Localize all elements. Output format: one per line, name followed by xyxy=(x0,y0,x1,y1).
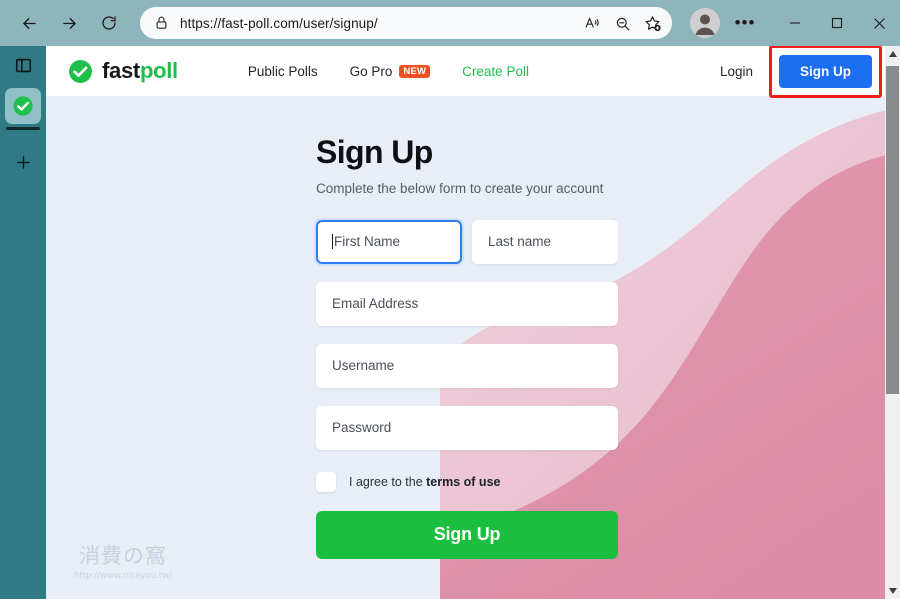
main-navigation: Public Polls Go Pro NEW Create Poll xyxy=(248,64,529,79)
scroll-up-arrow-icon[interactable] xyxy=(885,46,900,62)
lock-icon xyxy=(154,15,170,31)
address-bar[interactable]: https://fast-poll.com/user/signup/ xyxy=(140,7,672,39)
nav-label: Create Poll xyxy=(462,63,529,79)
browser-toolbar: https://fast-poll.com/user/signup/ ••• xyxy=(0,0,900,46)
page-viewport: fastpoll Public Polls Go Pro NEW Create … xyxy=(46,46,900,599)
plus-new-tab-icon[interactable] xyxy=(0,144,46,182)
new-badge: NEW xyxy=(399,64,431,78)
vertical-tab-strip xyxy=(0,46,46,599)
profile-avatar-icon[interactable] xyxy=(690,8,720,38)
back-button[interactable] xyxy=(12,6,46,40)
forward-button[interactable] xyxy=(52,6,86,40)
terms-prefix: I agree to the xyxy=(349,474,427,489)
nav-item-create-poll[interactable]: Create Poll xyxy=(462,64,529,79)
header-signup-button[interactable]: Sign Up xyxy=(779,54,872,88)
scrollbar-thumb[interactable] xyxy=(886,66,899,394)
password-input[interactable]: Password xyxy=(316,405,618,450)
name-fields-row: First Name Last name xyxy=(316,219,618,264)
text-caret xyxy=(332,234,333,250)
scrollbar-track[interactable] xyxy=(885,62,900,583)
signup-form: Sign Up Complete the below form to creat… xyxy=(316,96,618,559)
nav-item-public-polls[interactable]: Public Polls xyxy=(248,64,318,79)
terms-checkbox[interactable] xyxy=(316,471,336,492)
url-text: https://fast-poll.com/user/signup/ xyxy=(180,15,378,31)
page-subtitle: Complete the below form to create your a… xyxy=(316,180,604,196)
page-title: Sign Up xyxy=(316,134,433,170)
site-logo[interactable]: fastpoll xyxy=(68,58,178,84)
minimize-button[interactable] xyxy=(774,3,816,43)
password-placeholder: Password xyxy=(332,420,392,436)
green-check-circle-logo-icon xyxy=(68,59,93,84)
add-favorite-star-icon[interactable] xyxy=(638,9,666,37)
username-input[interactable]: Username xyxy=(316,343,618,388)
sidebar-item-active-tab[interactable] xyxy=(5,88,41,124)
refresh-button[interactable] xyxy=(92,6,126,40)
scroll-down-arrow-icon[interactable] xyxy=(885,583,900,599)
logo-text-fast: fast xyxy=(102,58,140,83)
last-name-placeholder: Last name xyxy=(488,234,552,250)
read-aloud-icon[interactable] xyxy=(578,9,606,37)
signup-button-highlight-annotation: Sign Up xyxy=(769,46,882,98)
window-controls xyxy=(774,3,900,43)
zoom-out-icon[interactable] xyxy=(608,9,636,37)
terms-agreement-row: I agree to the terms of use xyxy=(316,471,618,492)
email-address-input[interactable]: Email Address xyxy=(316,281,618,326)
terms-label: I agree to the terms of use xyxy=(349,475,500,489)
email-placeholder: Email Address xyxy=(332,296,419,312)
more-options-ellipsis-icon[interactable]: ••• xyxy=(730,8,760,38)
signup-page-body: Sign Up Complete the below form to creat… xyxy=(46,96,900,599)
last-name-input[interactable]: Last name xyxy=(472,219,618,264)
terms-of-use-link[interactable]: terms of use xyxy=(426,475,500,489)
submit-signup-button[interactable]: Sign Up xyxy=(316,510,618,559)
nav-item-go-pro[interactable]: Go Pro NEW xyxy=(350,64,431,79)
username-placeholder: Username xyxy=(332,358,395,374)
login-link[interactable]: Login xyxy=(720,64,753,79)
nav-label: Public Polls xyxy=(247,63,318,79)
first-name-placeholder: First Name xyxy=(334,234,401,250)
tab-actions-panel-icon[interactable] xyxy=(0,46,46,84)
page-scrollbar[interactable] xyxy=(885,46,900,599)
maximize-button[interactable] xyxy=(816,3,858,43)
active-tab-indicator xyxy=(6,127,40,130)
logo-text-poll: poll xyxy=(139,58,178,83)
first-name-input[interactable]: First Name xyxy=(316,219,462,264)
green-check-favicon xyxy=(12,95,34,117)
close-button[interactable] xyxy=(858,3,900,43)
nav-label: Go Pro xyxy=(349,63,393,79)
site-header: fastpoll Public Polls Go Pro NEW Create … xyxy=(46,46,900,98)
header-actions: Login Sign Up xyxy=(720,46,882,98)
browser-window: https://fast-poll.com/user/signup/ ••• f… xyxy=(0,0,900,599)
